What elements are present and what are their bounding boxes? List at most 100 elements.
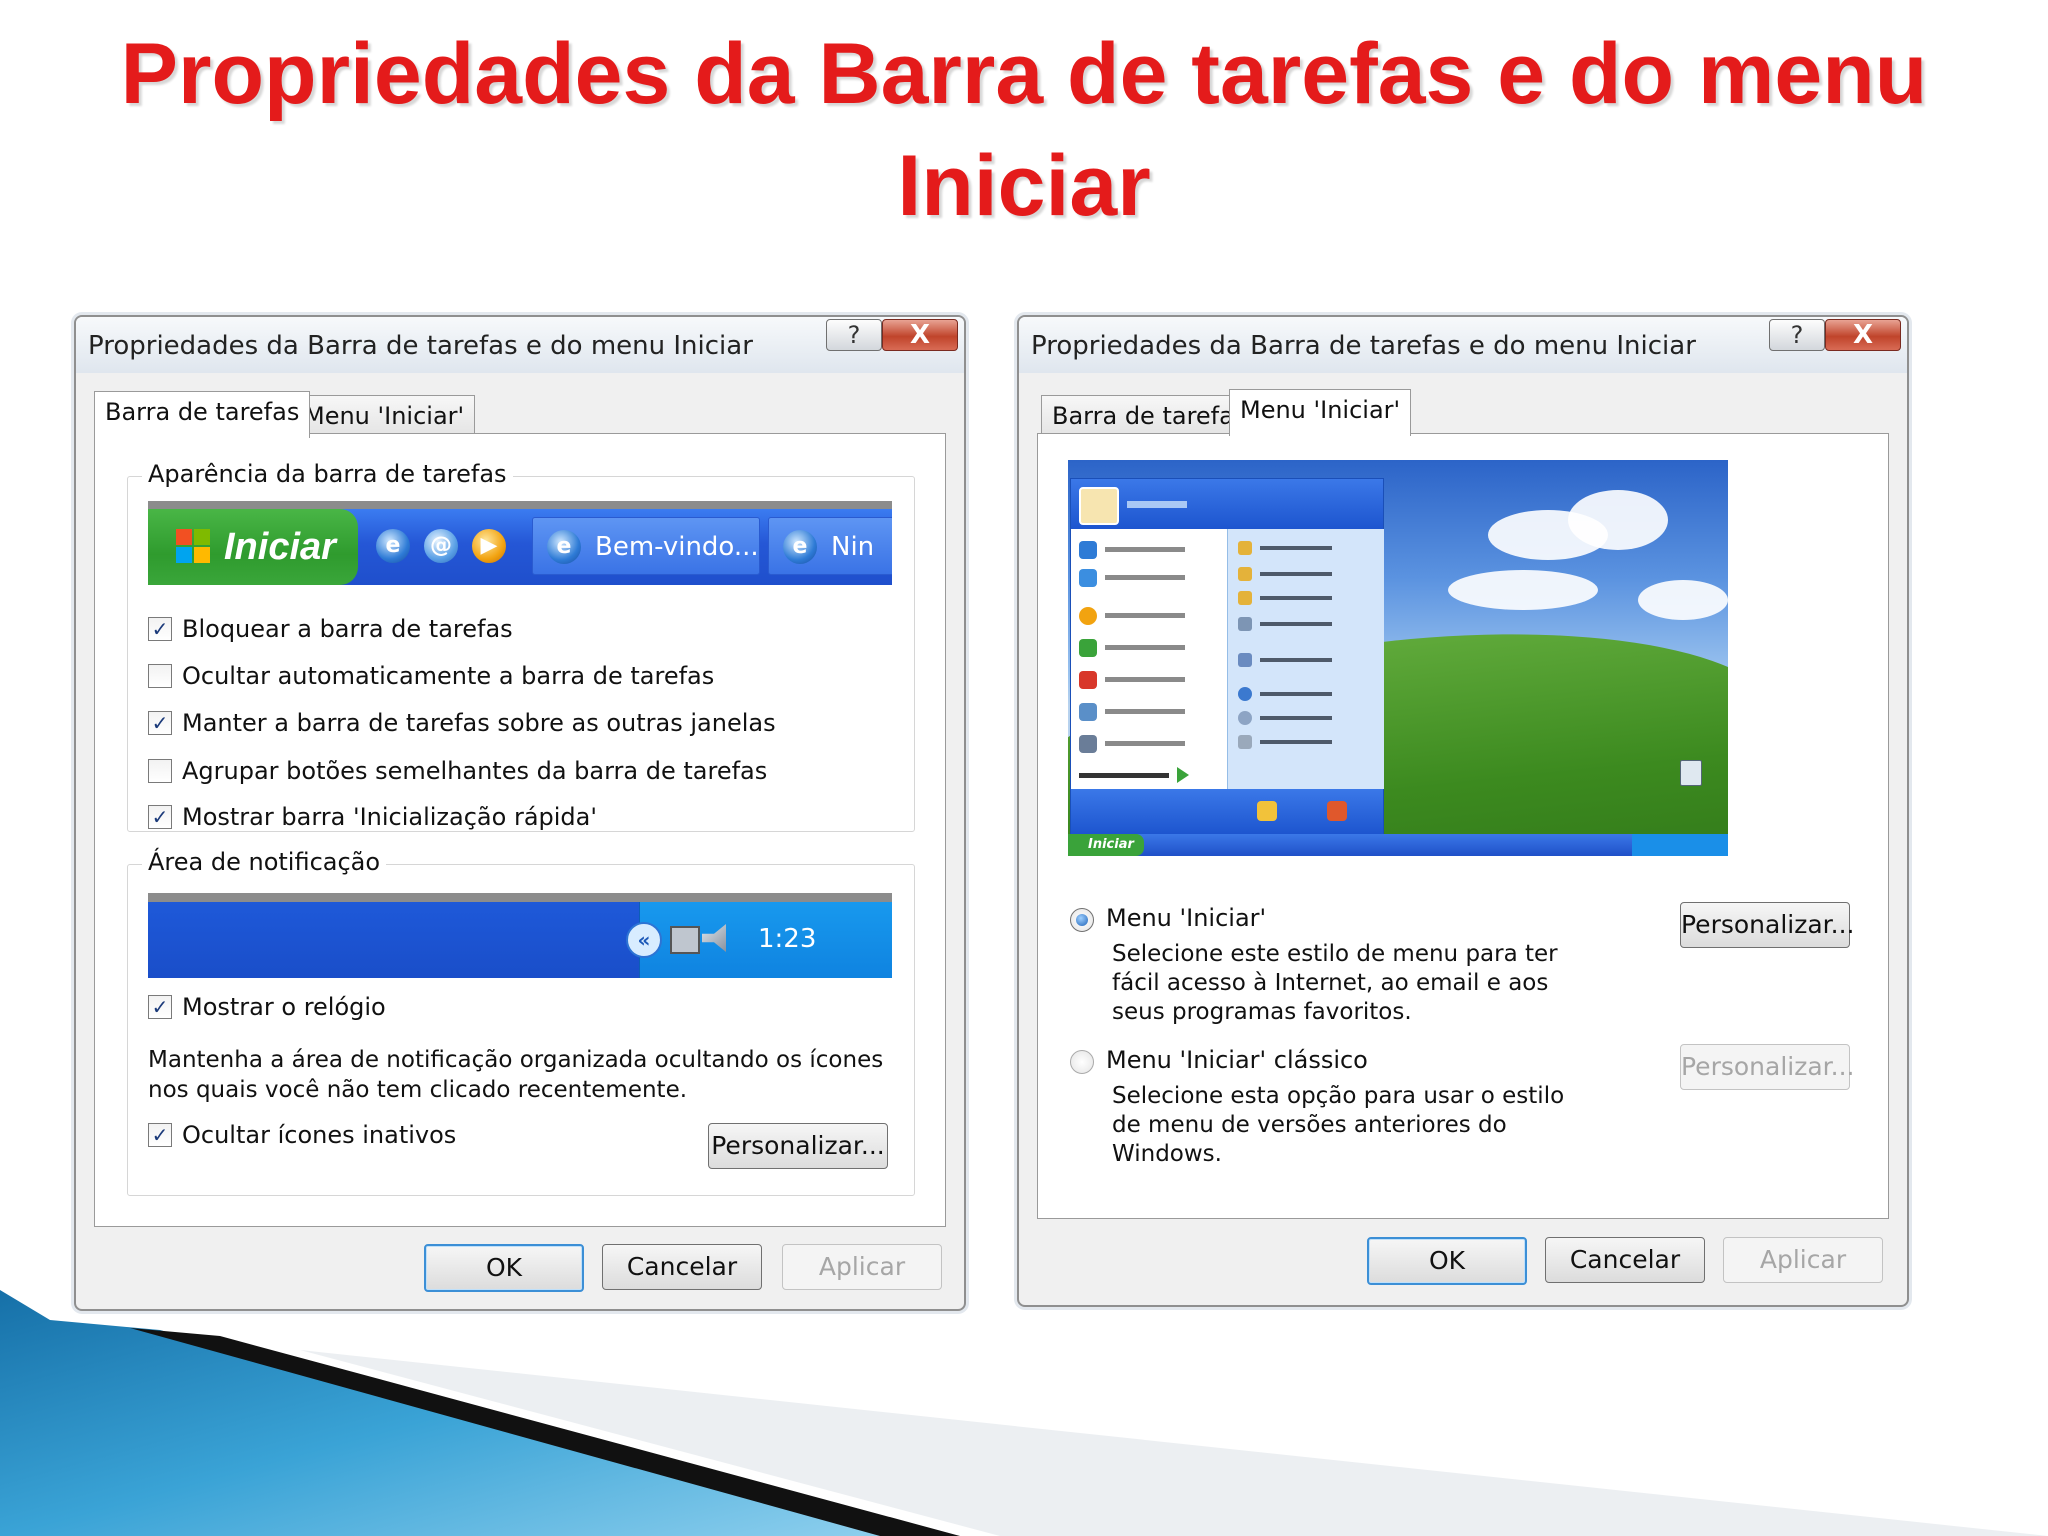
- checkbox-box[interactable]: ✓: [148, 711, 172, 735]
- pictures-item: [1238, 567, 1368, 581]
- shut-down-icon: [1327, 801, 1347, 821]
- preview-taskbar: Iniciar: [1068, 834, 1728, 856]
- preview-task-button-2: e Nin: [768, 517, 892, 575]
- media-player-item: [1079, 607, 1209, 625]
- tab-start-menu[interactable]: Menu 'Iniciar': [1229, 389, 1412, 436]
- taskbar-preview: Iniciar e @ ▶ e Bem-vindo... e Nin: [148, 501, 892, 585]
- checkbox-label: Ocultar automaticamente a barra de taref…: [182, 662, 715, 690]
- help-button[interactable]: ?: [826, 319, 882, 351]
- files-item: [1079, 703, 1209, 721]
- classic-start-menu-option-description: Selecione esta opção para usar o estilo …: [1112, 1083, 1565, 1167]
- checkbox-label: Bloquear a barra de tarefas: [182, 615, 513, 643]
- start-menu-places: [1227, 529, 1384, 789]
- all-programs-item: [1079, 767, 1209, 783]
- internet-explorer-icon: e: [376, 529, 410, 563]
- music-item: [1238, 591, 1368, 605]
- cancel-button[interactable]: Cancelar: [602, 1244, 762, 1290]
- preview-task-label-2: Nin: [831, 532, 875, 562]
- title-bar[interactable]: Propriedades da Barra de tarefas e do me…: [1019, 317, 1907, 373]
- taskbar-properties-dialog: Propriedades da Barra de tarefas e do me…: [74, 315, 966, 1311]
- window-title: Propriedades da Barra de tarefas e do me…: [1031, 331, 1696, 361]
- cloud: [1448, 570, 1598, 610]
- auto-hide-taskbar-checkbox[interactable]: Ocultar automaticamente a barra de taref…: [148, 660, 714, 692]
- slide-title-line-1: Propriedades da Barra de tarefas e do me…: [120, 26, 1928, 122]
- checkbox-label: Ocultar ícones inativos: [182, 1121, 457, 1149]
- clock: 1:23: [758, 924, 817, 954]
- ok-button[interactable]: OK: [424, 1244, 584, 1292]
- customize-notification-button[interactable]: Personalizar...: [708, 1123, 888, 1169]
- classic-start-menu-radio[interactable]: [1070, 1050, 1094, 1074]
- slide-decoration: [0, 1290, 2048, 1536]
- messenger-item: [1079, 639, 1209, 657]
- cancel-button[interactable]: Cancelar: [1545, 1237, 1705, 1283]
- close-button[interactable]: X: [882, 319, 958, 351]
- slide-title-line-2: Iniciar: [897, 138, 1151, 234]
- start-menu-preview: Iniciar: [1068, 460, 1728, 856]
- recycle-bin-icon: [1680, 760, 1702, 786]
- keep-on-top-checkbox[interactable]: ✓ Manter a barra de tarefas sobre as out…: [148, 707, 776, 739]
- run-item: [1238, 735, 1368, 749]
- documents-item: [1238, 541, 1368, 555]
- window-title: Propriedades da Barra de tarefas e do me…: [88, 331, 753, 361]
- checkbox-box[interactable]: ✓: [148, 805, 172, 829]
- lock-taskbar-checkbox[interactable]: ✓ Bloquear a barra de tarefas: [148, 613, 513, 645]
- email-item: [1079, 569, 1209, 587]
- computer-item: [1238, 617, 1368, 631]
- checkbox-label: Mostrar barra 'Inicialização rápida': [182, 803, 597, 831]
- start-menu-properties-dialog: Propriedades da Barra de tarefas e do me…: [1017, 315, 1909, 1307]
- customize-start-menu-button[interactable]: Personalizar...: [1680, 902, 1855, 948]
- apply-button[interactable]: Aplicar: [782, 1244, 942, 1290]
- checkbox-box[interactable]: [148, 664, 172, 688]
- start-menu-header: [1071, 479, 1383, 529]
- user-picture-icon: [1079, 487, 1119, 525]
- show-hidden-icons-chevron-icon: «: [626, 922, 662, 958]
- outlook-express-icon: @: [424, 529, 458, 563]
- cloud: [1568, 490, 1668, 550]
- checkbox-label: Mostrar o relógio: [182, 993, 386, 1021]
- tour-item: [1079, 671, 1209, 689]
- start-menu-radio[interactable]: [1070, 908, 1094, 932]
- checkbox-box[interactable]: [148, 759, 172, 783]
- start-menu-option-description: Selecione este estilo de menu para ter f…: [1112, 941, 1558, 1025]
- help-button[interactable]: ?: [1769, 319, 1825, 351]
- tab-taskbar[interactable]: Barra de tarefas: [1041, 395, 1258, 436]
- checkbox-box[interactable]: ✓: [148, 617, 172, 641]
- tab-taskbar[interactable]: Barra de tarefas: [94, 391, 311, 438]
- apply-button[interactable]: Aplicar: [1723, 1237, 1883, 1283]
- start-menu-footer: [1071, 789, 1383, 834]
- preview-start-label: Iniciar: [224, 526, 336, 568]
- preview-task-label-1: Bem-vindo...: [595, 532, 759, 562]
- tab-start-menu[interactable]: Menu 'Iniciar': [293, 395, 476, 436]
- help-item: [1238, 687, 1368, 701]
- preview-tray: [1632, 834, 1728, 856]
- classic-start-menu-option-label[interactable]: Menu 'Iniciar' clássico: [1106, 1046, 1368, 1074]
- customize-classic-menu-button[interactable]: Personalizar...: [1680, 1044, 1855, 1090]
- start-menu-option-label[interactable]: Menu 'Iniciar': [1106, 904, 1266, 932]
- checkbox-box[interactable]: ✓: [148, 995, 172, 1019]
- checkbox-label: Agrupar botões semelhantes da barra de t…: [182, 757, 768, 785]
- notification-area-preview: « 1:23: [148, 893, 892, 978]
- taskbar-appearance-group: Aparência da barra de tarefas Iniciar e …: [127, 460, 915, 833]
- show-clock-checkbox[interactable]: ✓ Mostrar o relógio: [148, 991, 386, 1023]
- windows-flag-icon: [176, 529, 212, 565]
- group-label-appearance: Aparência da barra de tarefas: [142, 460, 513, 488]
- group-similar-buttons-checkbox[interactable]: Agrupar botões semelhantes da barra de t…: [148, 755, 767, 787]
- hide-inactive-icons-checkbox[interactable]: ✓ Ocultar ícones inativos: [148, 1119, 456, 1151]
- tab-panel-taskbar: Aparência da barra de tarefas Iniciar e …: [94, 433, 946, 1227]
- preview-start-button: Iniciar: [148, 509, 358, 585]
- checkbox-box[interactable]: ✓: [148, 1123, 172, 1147]
- group-label-notification: Área de notificação: [142, 848, 387, 876]
- network-icon: [670, 926, 700, 954]
- close-button[interactable]: X: [1825, 319, 1901, 351]
- show-quick-launch-checkbox[interactable]: ✓ Mostrar barra 'Inicialização rápida': [148, 801, 597, 833]
- cloud: [1638, 580, 1728, 620]
- log-off-icon: [1257, 801, 1277, 821]
- start-menu-programs: [1071, 529, 1227, 789]
- user-name-placeholder: [1127, 501, 1187, 508]
- internet-item: [1079, 541, 1209, 559]
- preview-start-menu: [1070, 478, 1384, 835]
- ok-button[interactable]: OK: [1367, 1237, 1527, 1285]
- system-tray: « 1:23: [626, 902, 892, 978]
- slide-title: Propriedades da Barra de tarefas e do me…: [0, 18, 2048, 242]
- title-bar[interactable]: Propriedades da Barra de tarefas e do me…: [76, 317, 964, 373]
